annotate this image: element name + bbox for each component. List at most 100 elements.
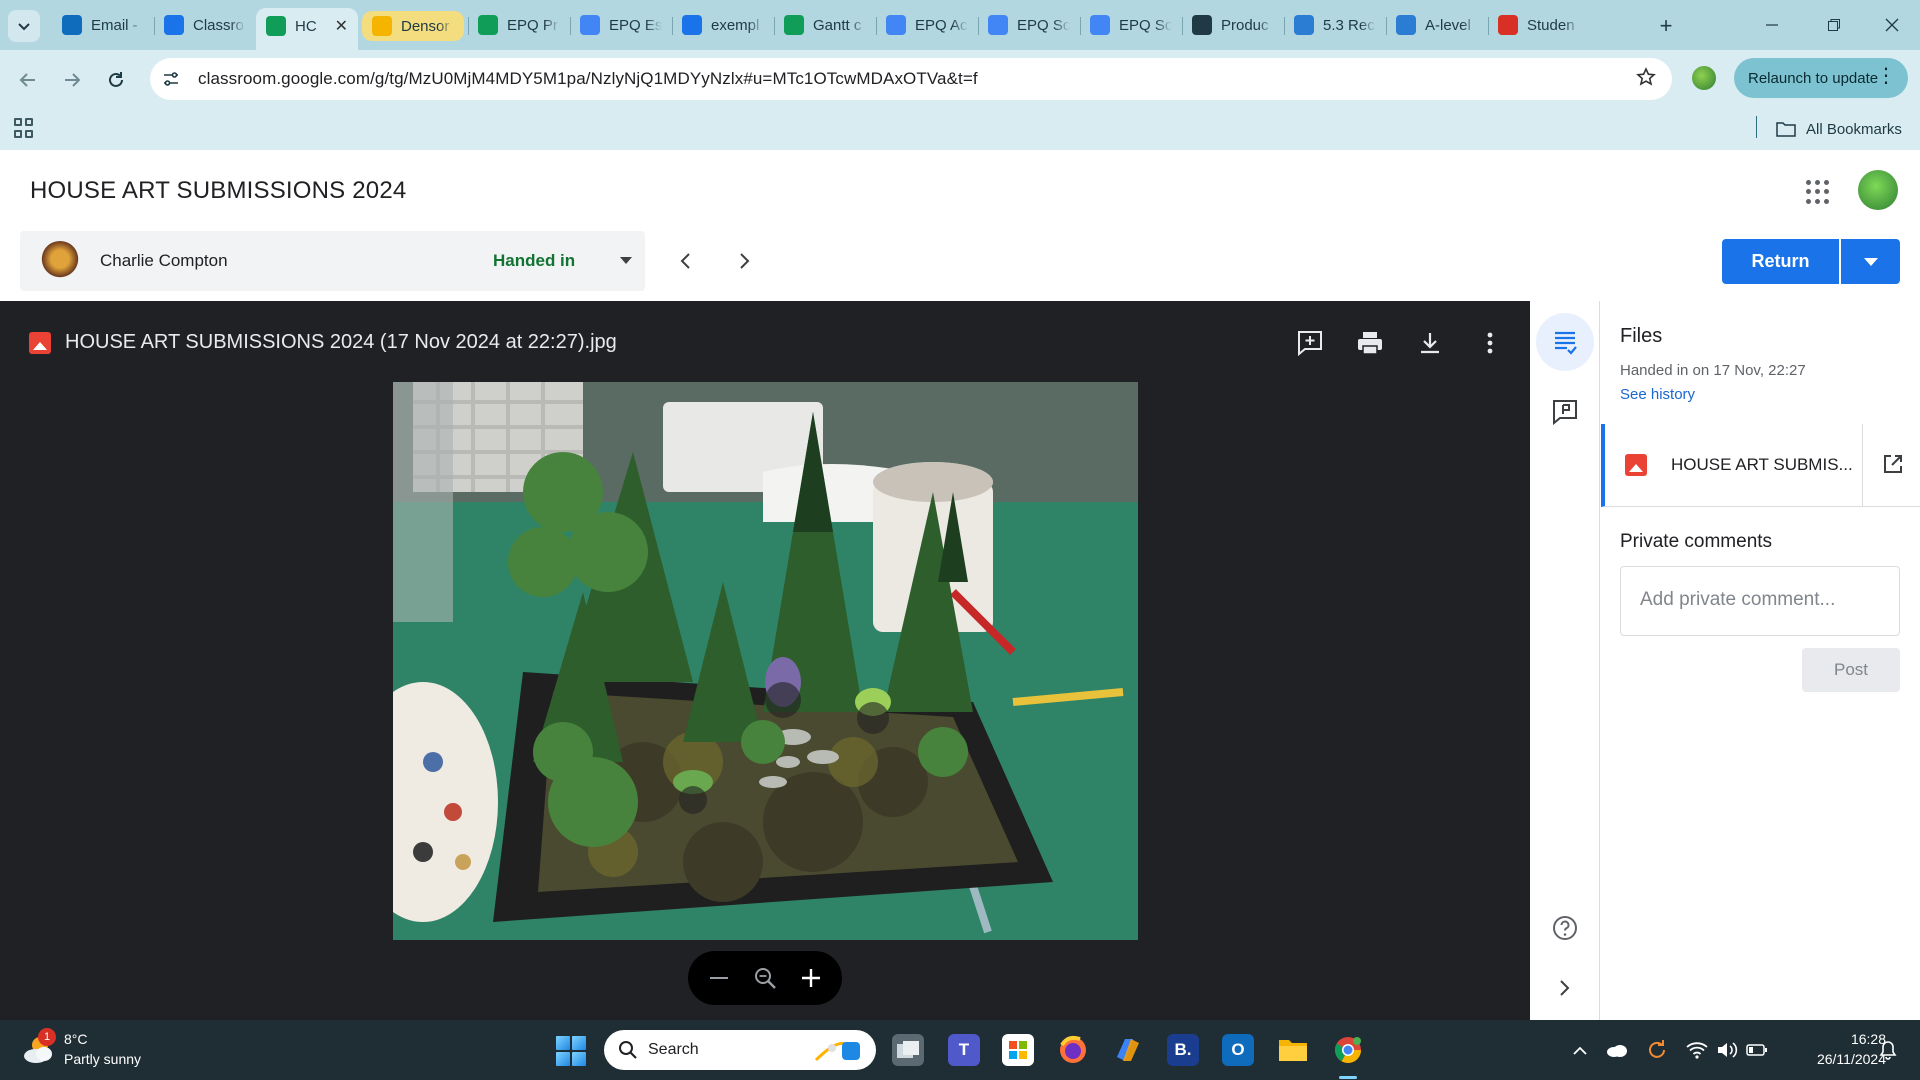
close-window-button[interactable]: [1864, 0, 1920, 50]
apps-shortcut-icon[interactable]: [14, 118, 34, 138]
tab-list: Email - Classro HC ✕ Densor EPQ Pr EPQ Es exemp…: [52, 8, 1590, 50]
google-apps-icon[interactable]: [1806, 180, 1830, 204]
tab-title: Produc: [1221, 16, 1269, 34]
zoom-reset-button[interactable]: [749, 962, 781, 994]
arrow-right-icon: [65, 73, 81, 87]
taskbar-file-explorer[interactable]: [1277, 1034, 1309, 1066]
sheets-icon: [784, 15, 804, 35]
browser-tab[interactable]: EPQ Ac: [876, 8, 978, 42]
onedrive-tray-icon[interactable]: [1605, 1038, 1629, 1062]
relaunch-to-update-button[interactable]: Relaunch to update ⋮: [1734, 58, 1908, 98]
new-tab-button[interactable]: +: [1652, 12, 1680, 40]
download-button[interactable]: [1410, 323, 1450, 363]
close-tab-icon[interactable]: ✕: [335, 16, 348, 36]
tab-title: Classro: [193, 16, 244, 34]
browser-tab[interactable]: 5.3 Rec: [1284, 8, 1386, 42]
wifi-tray-icon[interactable]: [1685, 1038, 1709, 1062]
outlook-icon: O: [1231, 1040, 1245, 1059]
previous-student-button[interactable]: [671, 248, 699, 274]
private-comment-input[interactable]: Add private comment...: [1620, 566, 1900, 636]
zoom-magnifier-icon: [755, 968, 776, 989]
word-w-icon: [1396, 15, 1416, 35]
tab-title: exempl: [711, 16, 760, 34]
account-avatar[interactable]: [1858, 170, 1898, 210]
open-in-new-button[interactable]: [1880, 451, 1906, 477]
post-button[interactable]: Post: [1802, 648, 1900, 692]
more-vert-icon: [1487, 332, 1493, 354]
help-button[interactable]: [1550, 913, 1580, 943]
address-bar[interactable]: classroom.google.com/g/tg/MzU0MjM4MDY5M1…: [150, 58, 1672, 100]
browser-tab[interactable]: EPQ Sc: [978, 8, 1080, 42]
browser-tab[interactable]: HC ✕: [256, 8, 358, 50]
attachment-item[interactable]: HOUSE ART SUBMIS...: [1601, 424, 1920, 507]
comment-flag-icon: [1553, 400, 1577, 425]
notifications-button[interactable]: [1876, 1038, 1900, 1062]
browser-tab[interactable]: Produc: [1182, 8, 1284, 42]
browser-tab[interactable]: A-level: [1386, 8, 1488, 42]
clock-date[interactable]: 26/11/2024: [1790, 1051, 1886, 1067]
caret-down-icon: [1863, 257, 1878, 266]
browser-tab[interactable]: EPQ Pr: [468, 8, 570, 42]
outlook-icon: [62, 15, 82, 35]
browser-tab[interactable]: Densor: [362, 11, 464, 41]
taskbar-copilot[interactable]: [1112, 1034, 1144, 1066]
page-title: HOUSE ART SUBMISSIONS 2024: [30, 177, 407, 204]
more-options-button[interactable]: [1470, 323, 1510, 363]
print-button[interactable]: [1350, 323, 1390, 363]
browser-profile-icon[interactable]: [1692, 66, 1716, 90]
minimize-button[interactable]: [1744, 0, 1800, 50]
assignment-list-icon: [1555, 331, 1577, 355]
taskbar-store[interactable]: [1002, 1034, 1034, 1066]
clock-time[interactable]: 16:28: [1810, 1031, 1886, 1047]
taskbar-bromcom[interactable]: B.: [1167, 1034, 1199, 1066]
see-history-link[interactable]: See history: [1620, 386, 1695, 403]
show-hidden-icons-button[interactable]: [1568, 1038, 1592, 1062]
files-tab-button[interactable]: [1536, 313, 1594, 371]
browser-tab[interactable]: Classro: [154, 8, 256, 42]
bookmark-star-icon[interactable]: [1636, 67, 1656, 93]
caret-down-icon[interactable]: [620, 257, 632, 264]
taskbar-firefox[interactable]: [1057, 1034, 1089, 1066]
return-button[interactable]: Return: [1722, 239, 1839, 284]
taskbar-search[interactable]: Search: [604, 1030, 876, 1070]
back-button[interactable]: [12, 64, 44, 96]
site-settings-icon[interactable]: [156, 64, 186, 94]
chevron-up-icon: [1573, 1046, 1587, 1055]
volume-tray-icon[interactable]: [1715, 1038, 1739, 1062]
add-comment-button[interactable]: [1290, 323, 1330, 363]
url-text: classroom.google.com/g/tg/MzU0MjM4MDY5M1…: [198, 69, 978, 88]
taskbar-task-view[interactable]: [892, 1034, 924, 1066]
collapse-panel-button[interactable]: [1550, 973, 1580, 1003]
zoom-in-button[interactable]: [795, 962, 827, 994]
weather-temperature[interactable]: 8°C: [64, 1031, 88, 1047]
taskbar-outlook[interactable]: O: [1222, 1034, 1254, 1066]
browser-tab[interactable]: Studen: [1488, 8, 1590, 42]
battery-tray-icon[interactable]: [1745, 1038, 1769, 1062]
weather-description[interactable]: Partly sunny: [64, 1051, 141, 1067]
browser-tab[interactable]: exempl: [672, 8, 774, 42]
tab-search-button[interactable]: [8, 10, 40, 42]
comments-tab-button[interactable]: [1536, 383, 1594, 441]
browser-tab[interactable]: EPQ Sc: [1080, 8, 1182, 42]
all-bookmarks-label: All Bookmarks: [1806, 120, 1902, 138]
return-options-button[interactable]: [1841, 239, 1900, 284]
restore-button[interactable]: [1806, 0, 1862, 50]
browser-tab[interactable]: Gantt c: [774, 8, 876, 42]
browser-tab[interactable]: Email -: [52, 8, 154, 42]
tab-title: HC: [295, 17, 317, 35]
forward-button[interactable]: [56, 64, 88, 96]
browser-tab[interactable]: EPQ Es: [570, 8, 672, 42]
reload-button[interactable]: [100, 64, 132, 96]
battery-icon: [1746, 1044, 1767, 1056]
taskbar-chrome[interactable]: [1332, 1034, 1364, 1066]
start-button[interactable]: [556, 1036, 586, 1066]
taskbar-teams[interactable]: T: [948, 1034, 980, 1066]
attachment-name: HOUSE ART SUBMIS...: [1671, 455, 1853, 474]
sync-tray-icon[interactable]: [1645, 1038, 1669, 1062]
next-student-button[interactable]: [731, 248, 759, 274]
all-bookmarks-button[interactable]: All Bookmarks: [1776, 116, 1902, 142]
search-icon: [619, 1041, 637, 1059]
student-selector[interactable]: Charlie Compton Handed in: [20, 231, 645, 291]
tab-title: Studen: [1527, 16, 1575, 34]
zoom-out-button[interactable]: [703, 962, 735, 994]
